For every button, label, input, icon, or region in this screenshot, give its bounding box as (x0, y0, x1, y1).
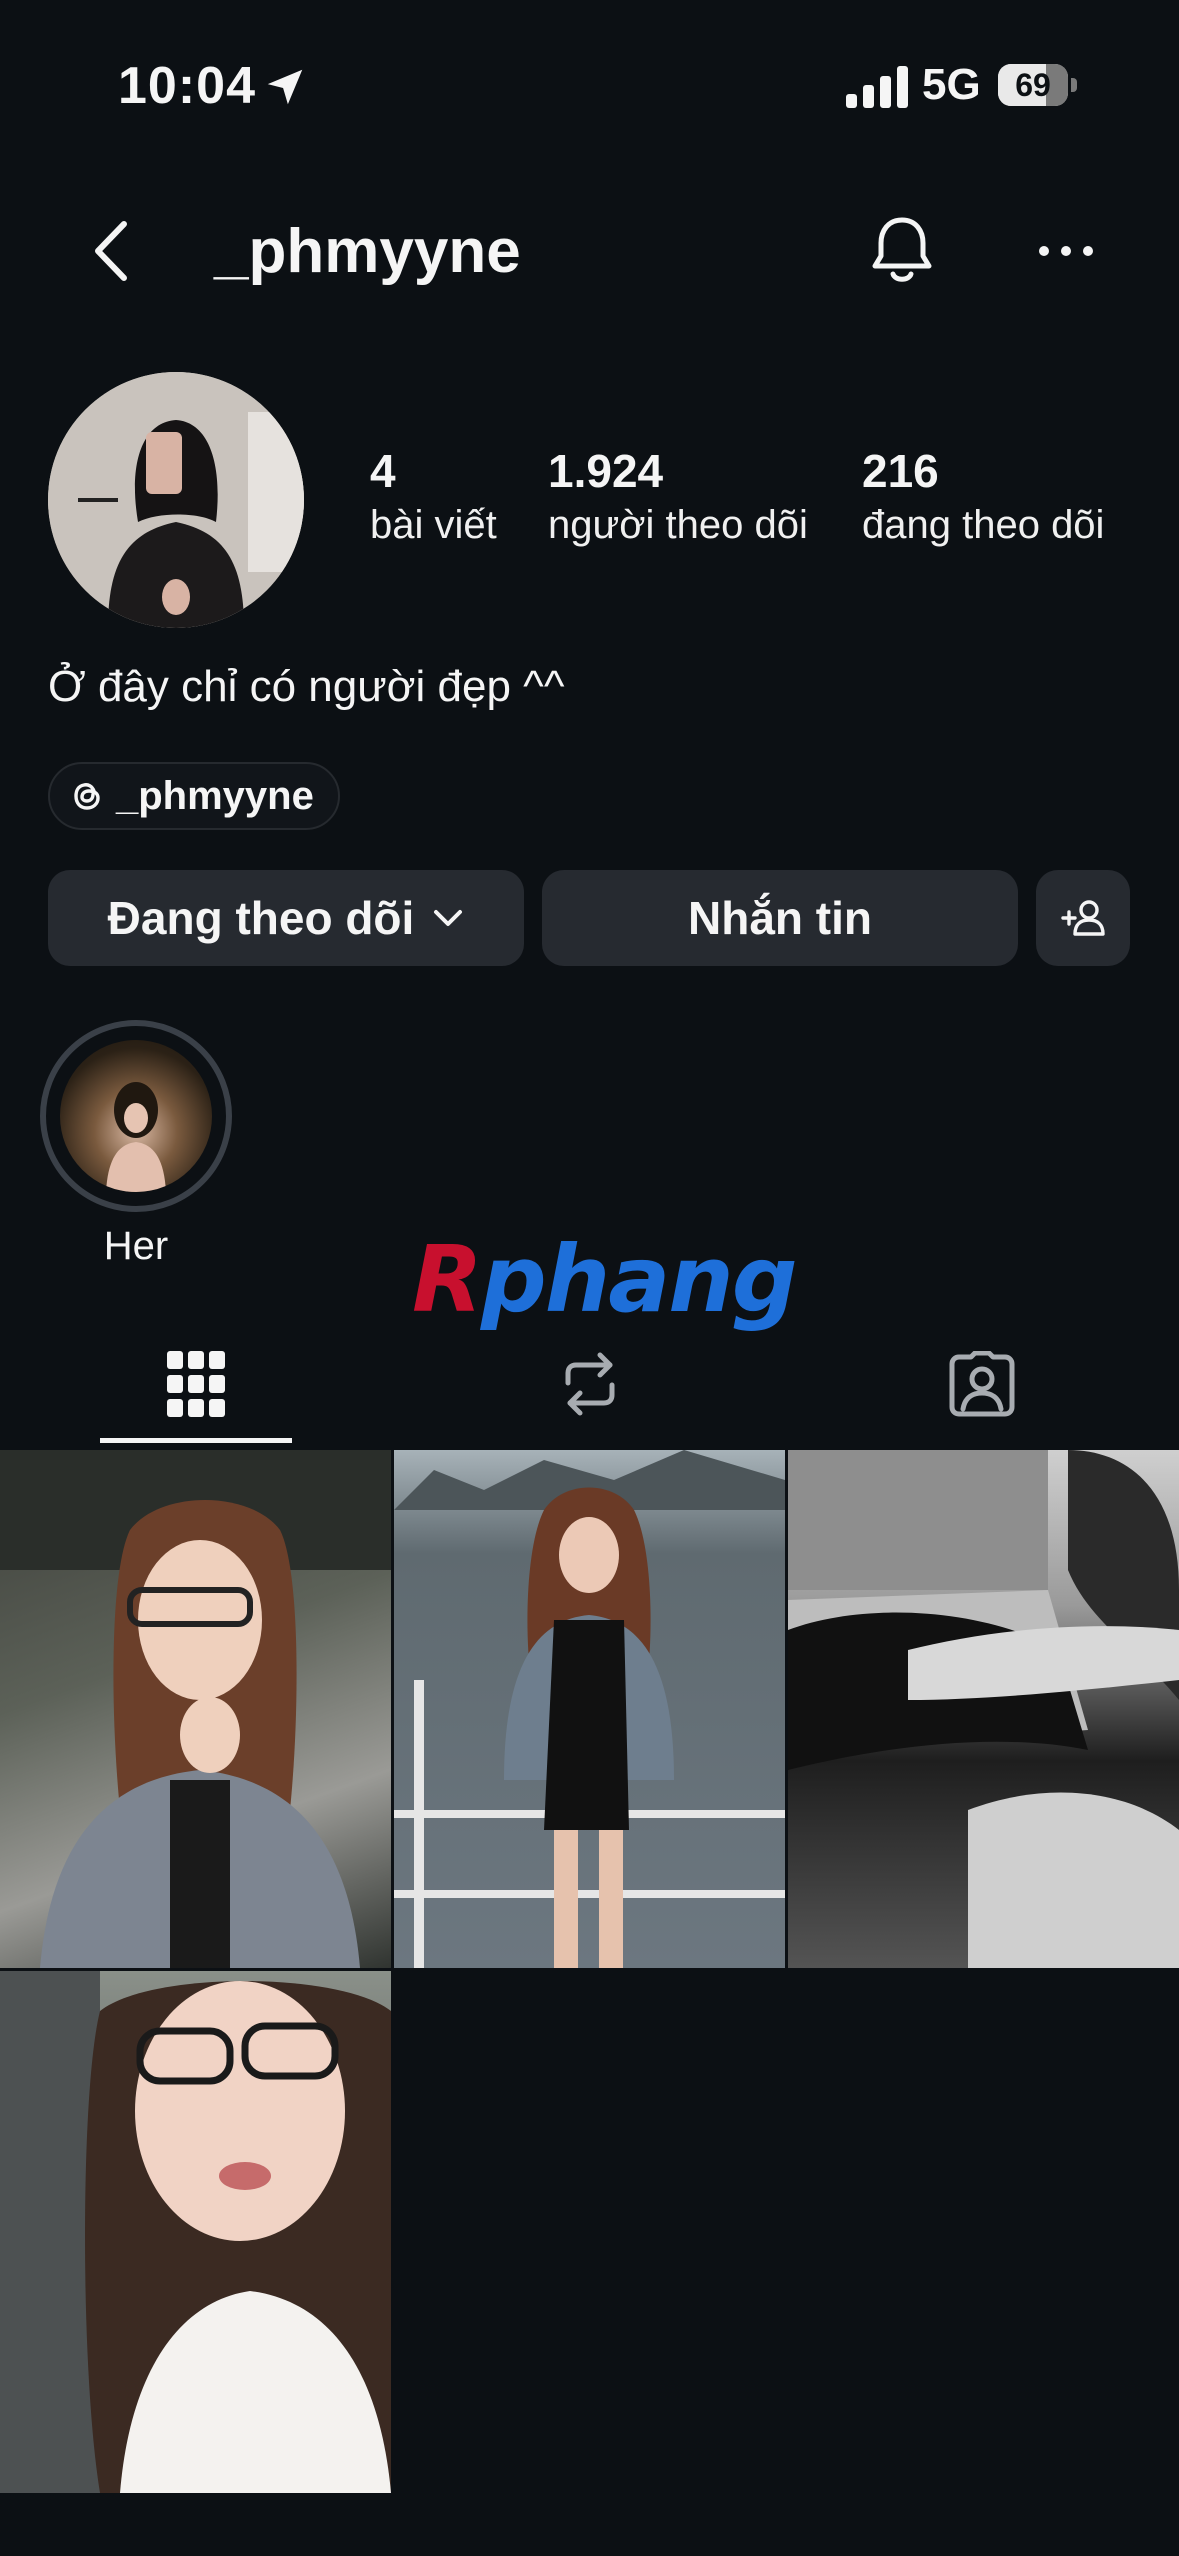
threads-handle: _phmyyne (116, 773, 314, 818)
battery-percent: 69 (1015, 67, 1051, 103)
post-tile[interactable] (394, 1450, 785, 1968)
highlight-label: Her (103, 1224, 169, 1268)
threads-icon (74, 783, 100, 810)
following-button-label: Đang theo dõi (107, 892, 415, 944)
battery-indicator: 69 (998, 64, 1078, 108)
status-time: 10:04 (118, 57, 256, 115)
stat-following-label: đang theo dõi (862, 503, 1105, 547)
cellular-signal-icon (846, 66, 908, 108)
photo-black-white-arm-icon (788, 1450, 1179, 1968)
profile-bio: Ở đây chỉ có người đẹp ^^ (48, 662, 565, 711)
profile-username: _phmyyne (214, 217, 521, 286)
network-type: 5G (922, 60, 981, 109)
post-tile[interactable] (0, 1971, 391, 2493)
post-tile[interactable] (788, 1450, 1179, 1968)
photo-woman-glasses-car-icon (0, 1971, 391, 2493)
stat-followers-label: người theo dõi (548, 503, 808, 547)
tagged-icon (949, 1351, 1015, 1417)
stat-following[interactable]: 216 đang theo dõi (862, 444, 1104, 552)
threads-badge[interactable]: _phmyyne (48, 762, 340, 830)
highlight-photo-icon (106, 1082, 166, 1192)
tab-tagged[interactable] (884, 1336, 1080, 1432)
suggest-people-button[interactable] (1036, 870, 1130, 966)
following-button[interactable]: Đang theo dõi (48, 870, 524, 966)
reposts-icon (565, 1352, 615, 1416)
stat-posts-count: 4 (370, 445, 396, 497)
tab-reposts[interactable] (492, 1336, 688, 1432)
stat-following-count: 216 (862, 445, 939, 497)
photo-woman-boat-bay-icon (394, 1450, 785, 1968)
location-arrow-icon (267, 69, 303, 105)
watermark-logo: Rphang (412, 1226, 798, 1333)
avatar-photo-icon (48, 372, 304, 628)
stat-followers-count: 1.924 (548, 445, 664, 497)
highlight-cover[interactable] (60, 1040, 212, 1192)
stat-followers[interactable]: 1.924 người theo dõi (548, 444, 808, 552)
stat-posts-label: bài viết (370, 503, 497, 547)
chevron-down-icon (434, 910, 463, 926)
photo-woman-gray-jacket-icon (0, 1450, 391, 1968)
grid-icon (167, 1351, 225, 1417)
add-person-icon (1061, 900, 1105, 936)
back-chevron-icon[interactable] (84, 216, 144, 286)
profile-avatar[interactable] (48, 372, 304, 628)
active-tab-indicator (100, 1438, 292, 1443)
tab-grid[interactable] (98, 1336, 294, 1432)
more-options-icon[interactable] (1036, 236, 1096, 266)
post-tile[interactable] (0, 1450, 391, 1968)
message-button-label: Nhắn tin (688, 892, 872, 944)
notification-bell-icon[interactable] (866, 212, 938, 288)
message-button[interactable]: Nhắn tin (542, 870, 1018, 966)
stat-posts[interactable]: 4 bài viết (370, 444, 497, 552)
